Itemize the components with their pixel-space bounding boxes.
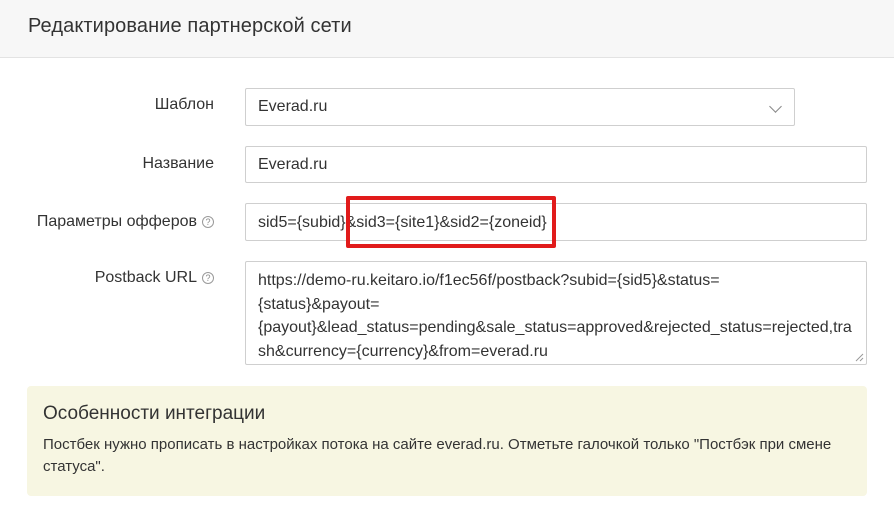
offer-params-input[interactable]: sid5={subid}&sid3={site1}&sid2={zoneid} <box>245 203 867 241</box>
help-icon[interactable]: ? <box>202 216 214 228</box>
page-header: Редактирование партнерской сети <box>0 0 894 58</box>
chevron-down-icon <box>769 100 782 113</box>
help-icon[interactable]: ? <box>202 272 214 284</box>
highlight-annotation <box>346 196 556 248</box>
notice-title: Особенности интеграции <box>43 403 266 424</box>
notice-text: Постбек нужно прописать в настройках пот… <box>43 436 832 475</box>
template-label: Шаблон <box>155 96 214 114</box>
name-label: Название <box>143 155 215 173</box>
postback-textarea-value: https://demo-ru.keitaro.io/f1ec56f/postb… <box>258 272 852 360</box>
postback-label: Postback URL ? <box>95 269 214 287</box>
name-input[interactable]: Everad.ru <box>245 146 867 183</box>
name-input-value: Everad.ru <box>258 156 328 173</box>
offer-params-label-text: Параметры офферов <box>36 213 197 230</box>
template-select-value: Everad.ru <box>258 98 328 115</box>
integration-notice: Особенности интеграции Постбек нужно про… <box>27 386 867 496</box>
postback-textarea[interactable]: https://demo-ru.keitaro.io/f1ec56f/postb… <box>245 261 867 365</box>
offer-params-label: Параметры офферов ? <box>37 213 214 231</box>
resize-grip-icon[interactable] <box>854 352 864 362</box>
name-label-text: Название <box>142 155 215 172</box>
postback-label-text: Postback URL <box>94 269 197 286</box>
page-title: Редактирование партнерской сети <box>28 15 352 37</box>
template-select[interactable]: Everad.ru <box>245 88 795 126</box>
template-label-text: Шаблон <box>154 96 214 113</box>
